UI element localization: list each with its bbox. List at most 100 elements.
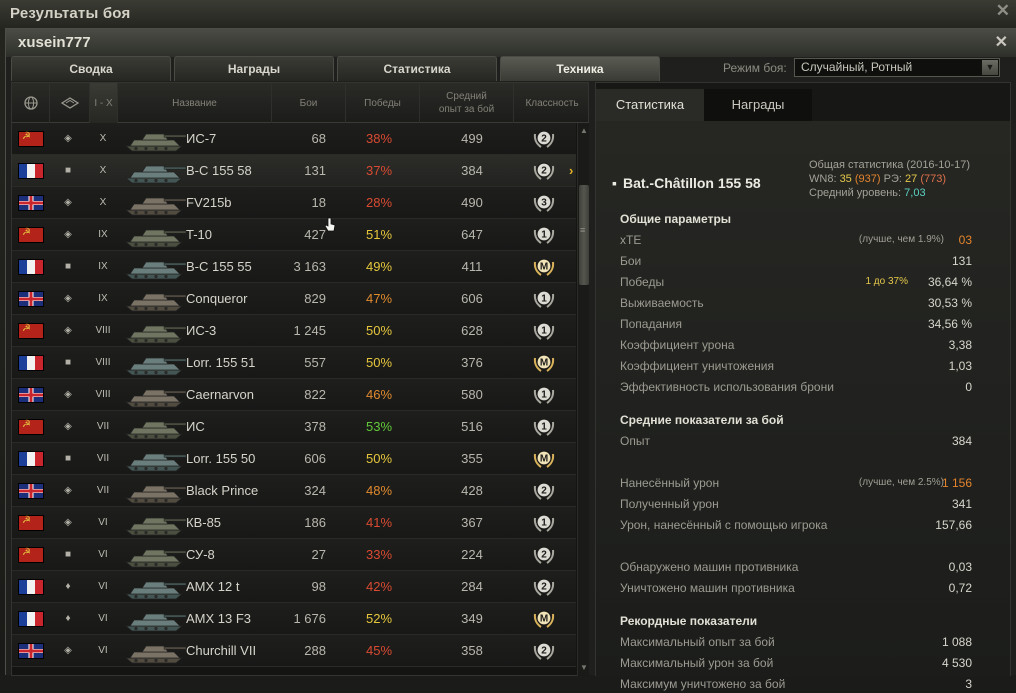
table-row[interactable]: ◈VIIИС37853%5161: [12, 411, 576, 443]
player-panel: xusein777 ✕ Сводка Награды Статистика Те…: [5, 28, 1016, 691]
wins-header-label: Победы: [364, 97, 401, 109]
table-row[interactable]: ◈ X FV215b 18 28% 490 3: [12, 187, 576, 219]
vehicle-details: Статистика Награды Bat.-Châtillon 155 58…: [595, 82, 1011, 691]
vehicle-winrate: 53%: [365, 419, 393, 434]
avg-level: Средний уровень: 7,03: [809, 186, 970, 200]
vehicle-winrate: 50%: [365, 323, 393, 338]
table-row[interactable]: ◈ IX Conqueror 829 47% 606 1: [12, 283, 576, 315]
stat-value: 1 156: [941, 476, 972, 490]
svg-text:1: 1: [541, 230, 547, 241]
mastery-badge-icon: 2: [532, 544, 556, 566]
stat-row: xTE (лучше, чем 1.9%) 03: [620, 231, 972, 249]
table-row[interactable]: ◈IXT-1042751%6471: [12, 219, 576, 251]
svg-text:2: 2: [541, 486, 547, 497]
tank-icon: [122, 478, 188, 506]
svg-text:M: M: [540, 614, 548, 625]
vehicle-winrate: 48%: [365, 483, 393, 498]
vehicle-avg-xp: 628: [461, 323, 483, 338]
mastery-column-header[interactable]: Классность: [514, 83, 590, 123]
svg-text:2: 2: [541, 134, 547, 145]
vehicle-winrate: 51%: [365, 227, 393, 242]
name-column-header[interactable]: Название: [118, 83, 272, 123]
tank-icon: [122, 126, 188, 154]
scroll-up-icon[interactable]: ▲: [579, 125, 589, 137]
table-row[interactable]: ◈VIКВ-8518641%3671: [12, 507, 576, 539]
vehicle-class-icon: ◈: [64, 325, 72, 336]
avg-xp-column-header[interactable]: Средний опыт за бой: [420, 83, 514, 123]
france-flag-icon: [18, 355, 44, 371]
vehicle-class-icon: ♦: [65, 613, 71, 624]
window-title: Результаты боя: [10, 5, 131, 22]
tab-statistics[interactable]: Статистика: [337, 56, 497, 81]
tank-icon: [122, 350, 188, 378]
vehicle-tier: X: [99, 165, 107, 176]
table-row[interactable]: ■ VIII Lorr. 155 51 557 50% 376 M: [12, 347, 576, 379]
wins-column-header[interactable]: Победы: [346, 83, 420, 123]
nation-column-header[interactable]: [12, 83, 50, 123]
tank-icon: [122, 254, 188, 282]
table-row[interactable]: ◈VIIIИС-31 24550%6281: [12, 315, 576, 347]
tank-icon: [122, 286, 188, 314]
vehicle-winrate: 28%: [365, 195, 393, 210]
table-row[interactable]: ♦ VI AMX 13 F3 1 676 52% 349 M: [12, 603, 576, 635]
mastery-badge-icon: 1: [532, 512, 556, 534]
battles-column-header[interactable]: Бои: [272, 83, 346, 123]
stat-label: Полученный урон: [620, 497, 719, 511]
tank-icon: [122, 606, 188, 634]
svg-text:2: 2: [541, 582, 547, 593]
mastery-badge-icon: 2: [532, 160, 556, 182]
table-row[interactable]: ■ VII Lorr. 155 50 606 50% 355 M: [12, 443, 576, 475]
overall-stats: Общая статистика (2016-10-17) WN8: 35 (9…: [809, 158, 970, 200]
table-row[interactable]: ■ IX B-C 155 55 3 163 49% 411 M: [12, 251, 576, 283]
tab-detail-awards[interactable]: Награды: [704, 89, 812, 121]
table-row[interactable]: ♦ VI AMX 12 t 98 42% 284 2: [12, 571, 576, 603]
mastery-badge-icon: 2: [532, 128, 556, 150]
stat-value: 30,53 %: [927, 296, 972, 310]
vehicle-tier: VII: [96, 421, 110, 432]
table-row[interactable]: ◈ VII Black Prince 324 48% 428 2: [12, 475, 576, 507]
chevron-down-icon[interactable]: ▼: [982, 60, 998, 75]
tier-column-header[interactable]: I - X: [90, 83, 118, 123]
vehicle-battles: 131: [304, 163, 326, 178]
vehicle-tier: VIII: [95, 325, 111, 336]
type-column-header[interactable]: [50, 83, 90, 123]
table-row[interactable]: ■VIСУ-82733%2242: [12, 539, 576, 571]
scroll-down-icon[interactable]: ▼: [579, 662, 589, 674]
stat-value: 1,03: [948, 359, 972, 373]
vehicle-class-icon: ■: [64, 549, 72, 560]
vehicle-tier: VI: [98, 645, 108, 656]
table-row[interactable]: ◈ VI Churchill VII 288 45% 358 2: [12, 635, 576, 667]
tab-vehicles[interactable]: Техника: [500, 56, 660, 81]
vehicle-avg-xp: 490: [461, 195, 483, 210]
stat-label: Максимальный опыт за бой: [620, 635, 775, 649]
close-icon[interactable]: ✕: [996, 1, 1010, 21]
mastery-badge-icon: M: [532, 352, 556, 374]
vehicle-avg-xp: 647: [461, 227, 483, 242]
stat-label: Коэффициент уничтожения: [620, 359, 774, 373]
tab-summary[interactable]: Сводка: [11, 56, 171, 81]
vehicle-tier: VI: [98, 581, 108, 592]
france-flag-icon: [18, 163, 44, 179]
vehicle-winrate: 46%: [365, 387, 393, 402]
vehicle-avg-xp: 384: [461, 163, 483, 178]
vehicle-tier: X: [99, 133, 107, 144]
vehicle-class-icon: ◈: [64, 645, 72, 656]
close-icon[interactable]: ✕: [995, 32, 1008, 52]
tab-awards[interactable]: Награды: [174, 56, 334, 81]
stat-value: 03: [958, 233, 972, 247]
vehicle-tier: VII: [96, 485, 110, 496]
table-row[interactable]: ■ X B-C 155 58 131 37% 384 2 ›: [12, 155, 576, 187]
stat-label: Опыт: [620, 434, 650, 448]
tab-detail-statistics[interactable]: Статистика: [596, 89, 704, 121]
scrollbar[interactable]: ▲ ▼: [577, 123, 589, 676]
stat-row: Коэффициент урона 3,38: [620, 336, 972, 354]
table-row[interactable]: ◈ VIII Caernarvon 822 46% 580 1: [12, 379, 576, 411]
tank-icon: [122, 574, 188, 602]
battle-mode-select[interactable]: Случайный, Ротный ▼: [794, 58, 1000, 77]
table-row[interactable]: ◈XИС-76838%4992: [12, 123, 576, 155]
vehicle-class-icon: ◈: [64, 389, 72, 400]
tank-icon: [122, 510, 188, 538]
globe-icon: [23, 96, 38, 110]
scrollbar-thumb[interactable]: [579, 185, 589, 285]
vehicle-battles: 822: [304, 387, 326, 402]
